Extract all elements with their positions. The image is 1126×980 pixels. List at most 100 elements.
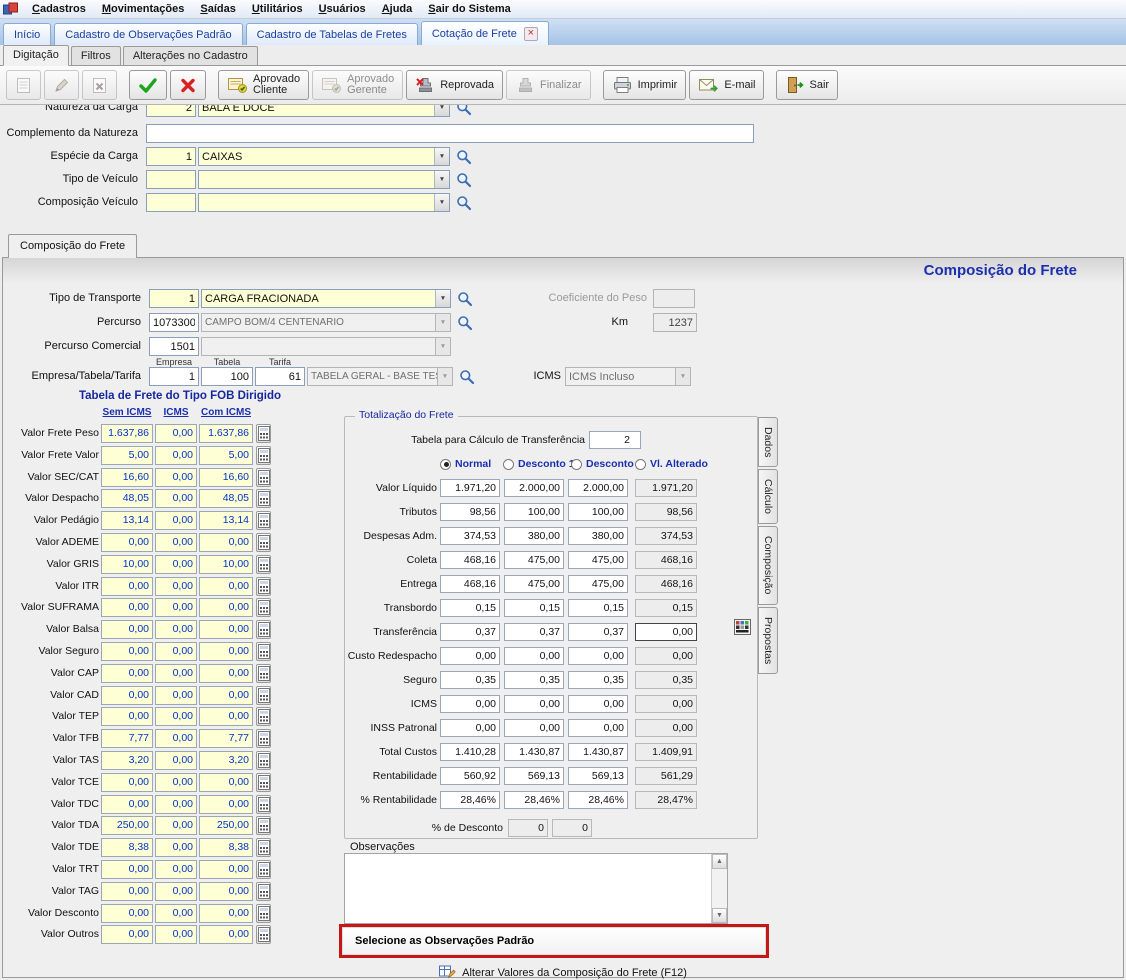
totals-value-field[interactable]: 468,16 <box>635 575 697 593</box>
freight-value-field[interactable]: 0,00 <box>199 533 253 552</box>
menu-ajuda[interactable]: Ajuda <box>374 1 421 17</box>
freight-value-field[interactable]: 0,00 <box>101 620 153 639</box>
totals-value-field[interactable]: 0,00 <box>568 695 628 713</box>
freight-value-field[interactable]: 0,00 <box>155 489 197 508</box>
menu-cadastros[interactable]: Cadastros <box>24 1 94 17</box>
freight-value-field[interactable]: 0,00 <box>155 925 197 944</box>
freight-value-field[interactable]: 0,00 <box>199 577 253 596</box>
freight-value-field[interactable]: 0,00 <box>101 904 153 923</box>
imprimir-button[interactable]: Imprimir <box>603 70 687 100</box>
freight-value-field[interactable]: 0,00 <box>155 468 197 487</box>
freight-value-field[interactable]: 1.637,86 <box>101 424 153 443</box>
freight-value-field[interactable]: 0,00 <box>155 860 197 879</box>
totals-value-field[interactable]: 1.409,91 <box>635 743 697 761</box>
totals-value-field[interactable]: 1.971,20 <box>440 479 500 497</box>
freight-value-field[interactable]: 0,00 <box>101 642 153 661</box>
freight-value-field[interactable]: 0,00 <box>101 795 153 814</box>
calculator-icon[interactable] <box>256 816 271 835</box>
freight-value-field[interactable]: 0,00 <box>155 620 197 639</box>
totals-value-field[interactable]: 0,00 <box>635 719 697 737</box>
freight-value-field[interactable]: 0,00 <box>199 904 253 923</box>
sair-button[interactable]: Sair <box>776 70 838 100</box>
freight-value-field[interactable]: 0,00 <box>199 598 253 617</box>
totals-value-field[interactable]: 475,00 <box>568 551 628 569</box>
sidetab-composicao[interactable]: Composição <box>758 526 778 604</box>
calculator-icon[interactable] <box>256 577 271 596</box>
freight-value-field[interactable]: 0,00 <box>155 533 197 552</box>
freight-value-field[interactable]: 0,00 <box>155 598 197 617</box>
freight-value-field[interactable]: 0,00 <box>155 882 197 901</box>
radio-normal[interactable]: Normal <box>440 458 491 470</box>
composicao-veiculo-combo[interactable]: ▼ <box>198 193 450 212</box>
calculator-icon[interactable] <box>256 468 271 487</box>
freight-value-field[interactable]: 0,00 <box>199 686 253 705</box>
natureza-search-icon[interactable] <box>455 105 472 116</box>
freight-value-field[interactable]: 0,00 <box>199 860 253 879</box>
chevron-down-icon[interactable]: ▼ <box>434 105 449 116</box>
observations-textarea[interactable] <box>345 854 711 923</box>
totals-value-field[interactable]: 380,00 <box>504 527 564 545</box>
freight-value-field[interactable]: 8,38 <box>199 838 253 857</box>
empresa-input[interactable] <box>149 367 199 386</box>
totals-value-field[interactable]: 0,37 <box>568 623 628 641</box>
calculator-icon[interactable] <box>256 707 271 726</box>
totals-value-field[interactable]: 0,00 <box>568 719 628 737</box>
totals-value-field[interactable]: 28,47% <box>635 791 697 809</box>
totals-value-field[interactable]: 2.000,00 <box>504 479 564 497</box>
freight-value-field[interactable]: 0,00 <box>155 816 197 835</box>
totals-value-field[interactable]: 0,37 <box>440 623 500 641</box>
totals-value-field[interactable]: 100,00 <box>504 503 564 521</box>
totals-value-field[interactable]: 0,00 <box>568 647 628 665</box>
freight-value-field[interactable]: 7,77 <box>101 729 153 748</box>
freight-value-field[interactable]: 0,00 <box>155 686 197 705</box>
chevron-down-icon[interactable]: ▼ <box>434 171 449 188</box>
calculator-icon[interactable] <box>256 882 271 901</box>
totals-value-field[interactable]: 0,37 <box>504 623 564 641</box>
freight-value-field[interactable]: 0,00 <box>199 925 253 944</box>
totals-value-field[interactable]: 475,00 <box>504 551 564 569</box>
tipo-veiculo-combo[interactable]: ▼ <box>198 170 450 189</box>
calculator-icon[interactable] <box>256 620 271 639</box>
totals-value-field[interactable]: 0,35 <box>568 671 628 689</box>
totals-value-field[interactable]: 569,13 <box>568 767 628 785</box>
subtab-digitacao[interactable]: Digitação <box>3 45 69 66</box>
calculator-icon[interactable] <box>256 424 271 443</box>
chevron-down-icon[interactable]: ▼ <box>434 194 449 211</box>
freight-value-field[interactable]: 0,00 <box>101 860 153 879</box>
totals-value-field[interactable]: 374,53 <box>440 527 500 545</box>
composicao-veiculo-search-icon[interactable] <box>455 194 472 211</box>
freight-value-field[interactable]: 13,14 <box>101 511 153 530</box>
freight-value-field[interactable]: 0,00 <box>101 773 153 792</box>
menu-usuarios[interactable]: Usuários <box>311 1 374 17</box>
totals-value-field[interactable]: 0,00 <box>440 647 500 665</box>
freight-value-field[interactable]: 16,60 <box>101 468 153 487</box>
radio-vl-alterado[interactable]: Vl. Alterado <box>635 458 708 470</box>
freight-value-field[interactable]: 0,00 <box>199 620 253 639</box>
totals-value-field[interactable]: 28,46% <box>440 791 500 809</box>
tipo-transporte-combo[interactable]: CARGA FRACIONADA▼ <box>201 289 451 308</box>
freight-value-field[interactable]: 250,00 <box>101 816 153 835</box>
radio-desconto-1[interactable]: Desconto 1 <box>503 458 575 470</box>
sidetab-dados[interactable]: Dados <box>758 417 778 467</box>
percurso-code-input[interactable] <box>149 313 199 332</box>
tabela-input[interactable] <box>201 367 253 386</box>
freight-value-field[interactable]: 0,00 <box>155 424 197 443</box>
freight-value-field[interactable]: 0,00 <box>155 729 197 748</box>
totals-value-field[interactable]: 1.410,28 <box>440 743 500 761</box>
totals-value-field[interactable]: 0,35 <box>635 671 697 689</box>
freight-value-field[interactable]: 0,00 <box>155 642 197 661</box>
freight-value-field[interactable]: 250,00 <box>199 816 253 835</box>
freight-value-field[interactable]: 7,77 <box>199 729 253 748</box>
tab-inicio[interactable]: Início <box>3 23 51 45</box>
freight-value-field[interactable]: 0,00 <box>199 773 253 792</box>
totals-value-field[interactable]: 0,15 <box>504 599 564 617</box>
transfer-lookup-icon[interactable] <box>734 619 752 636</box>
observations-scrollbar[interactable]: ▲ ▼ <box>711 854 727 923</box>
tab-cadastro-de-observacoes-padrao[interactable]: Cadastro de Observações Padrão <box>54 23 242 45</box>
menu-utilitarios[interactable]: Utilitários <box>244 1 311 17</box>
totals-value-field[interactable]: 468,16 <box>635 551 697 569</box>
freight-value-field[interactable]: 0,00 <box>199 707 253 726</box>
subtab-filtros[interactable]: Filtros <box>71 46 121 65</box>
tipo-transporte-search-icon[interactable] <box>456 290 473 307</box>
totals-value-field[interactable]: 0,00 <box>504 719 564 737</box>
